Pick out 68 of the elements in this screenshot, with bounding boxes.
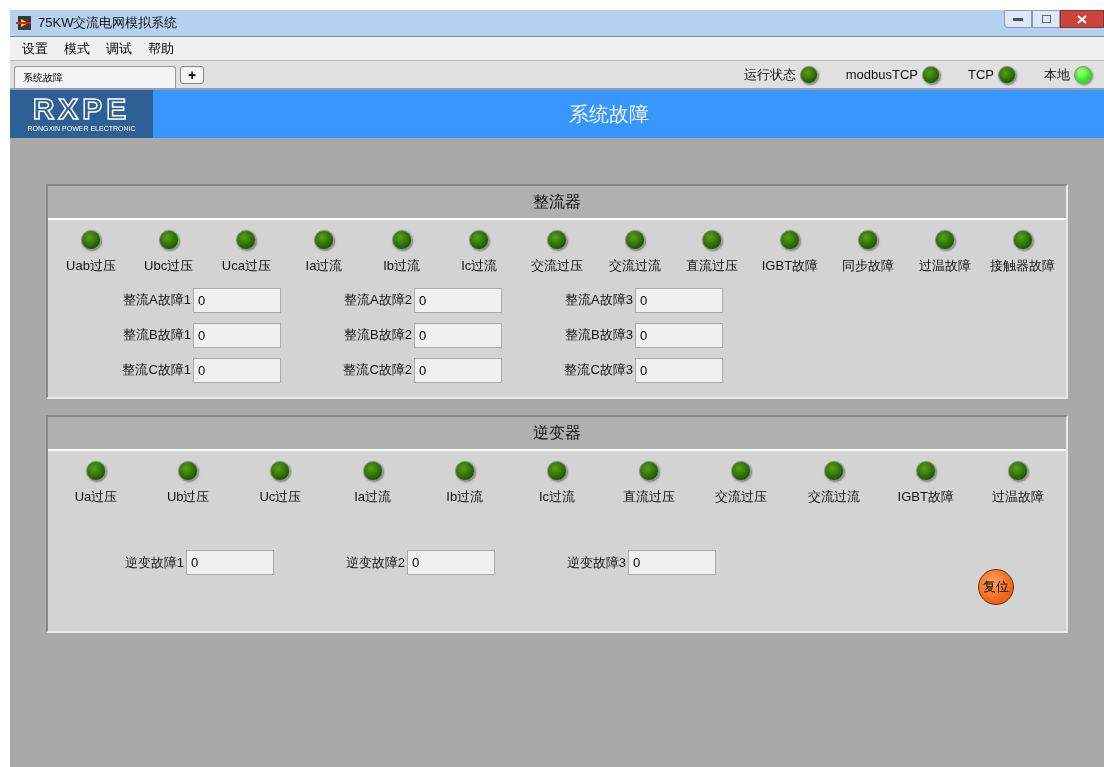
indicator-label: Ua过压 [74,487,118,506]
value-field[interactable]: 0 [407,550,495,575]
maximize-button[interactable] [1032,10,1060,28]
indicator-label: Ic过流 [538,487,575,506]
indicator-label: IGBT故障 [761,257,819,275]
minimize-button[interactable] [1004,10,1032,28]
value-field[interactable]: 0 [414,357,502,383]
menu-item[interactable]: 帮助 [148,38,174,59]
indicator-label: Ubc过压 [144,257,194,275]
indicator-label: 交流过压 [715,487,768,506]
status-label: modbusTCP [845,65,918,84]
indicator-label: Uca过压 [221,257,271,275]
indicator-label: IGBT故障 [897,487,954,506]
field-label: 整流B故障1 [123,326,191,345]
value-field[interactable]: 0 [414,287,502,313]
window-title: 75KW交流电网模拟系统 [38,14,178,33]
field-label: 整流B故障3 [565,326,633,345]
indicator-label: 过温故障 [991,487,1044,506]
value-field[interactable]: 0 [193,287,281,313]
tab[interactable]: 系统故障 [14,66,176,88]
field-label: 整流B故障2 [344,326,412,345]
field-label: 整流C故障2 [343,361,412,380]
field-label: 逆变故障3 [566,553,626,572]
menu-item[interactable]: 设置 [22,38,48,59]
status-label: 本地 [1044,65,1070,84]
indicator-label: Ic过流 [461,257,498,275]
add-tab-button[interactable]: + [180,66,204,84]
field-label: 整流C故障3 [564,361,633,380]
menu-item[interactable]: 调试 [106,38,132,59]
indicator-label: Uc过压 [259,487,302,506]
close-button[interactable] [1060,10,1104,28]
indicator-label: 过温故障 [919,257,972,275]
indicator-label: 交流过流 [807,487,860,506]
status-label: 运行状态 [743,65,796,84]
indicator-label: 直流过压 [686,257,739,275]
indicator-label: 接触器故障 [990,257,1056,275]
indicator-label: Ib过流 [383,257,421,275]
value-field[interactable]: 0 [186,550,274,575]
indicator-label: Ib过流 [446,487,484,506]
close-icon [1077,14,1087,24]
field-label: 整流A故障3 [565,291,633,310]
indicator-label: 同步故障 [841,257,894,275]
reset-button[interactable]: 复位 [978,569,1014,605]
page-title: 系统故障 [568,102,649,127]
app-icon [16,16,32,30]
field-label: 整流C故障1 [122,361,191,380]
status-label: TCP [968,65,994,84]
indicator-label: Ia过流 [354,487,391,506]
value-field[interactable]: 0 [193,357,281,383]
field-label: 逆变故障1 [124,553,184,572]
value-field[interactable]: 0 [635,287,723,313]
indicator-label: 交流过压 [530,257,583,275]
menu-item[interactable]: 模式 [64,38,90,59]
panel-title: 整流器 [533,192,581,212]
indicator-label: 交流过流 [608,257,661,275]
field-label: 逆变故障2 [345,553,405,572]
value-field[interactable]: 0 [414,322,502,348]
panel-title: 逆变器 [533,422,581,443]
value-field[interactable]: 0 [193,322,281,348]
indicator-label: Uab过压 [66,257,116,275]
indicator-label: Ub过压 [166,487,210,506]
field-label: 整流A故障1 [123,291,191,310]
field-label: 整流A故障2 [344,291,412,310]
value-field[interactable]: 0 [635,357,723,383]
value-field[interactable]: 0 [628,550,716,575]
indicator-label: Ia过流 [305,257,343,275]
indicator-label: 直流过压 [623,487,676,506]
value-field[interactable]: 0 [635,322,723,348]
